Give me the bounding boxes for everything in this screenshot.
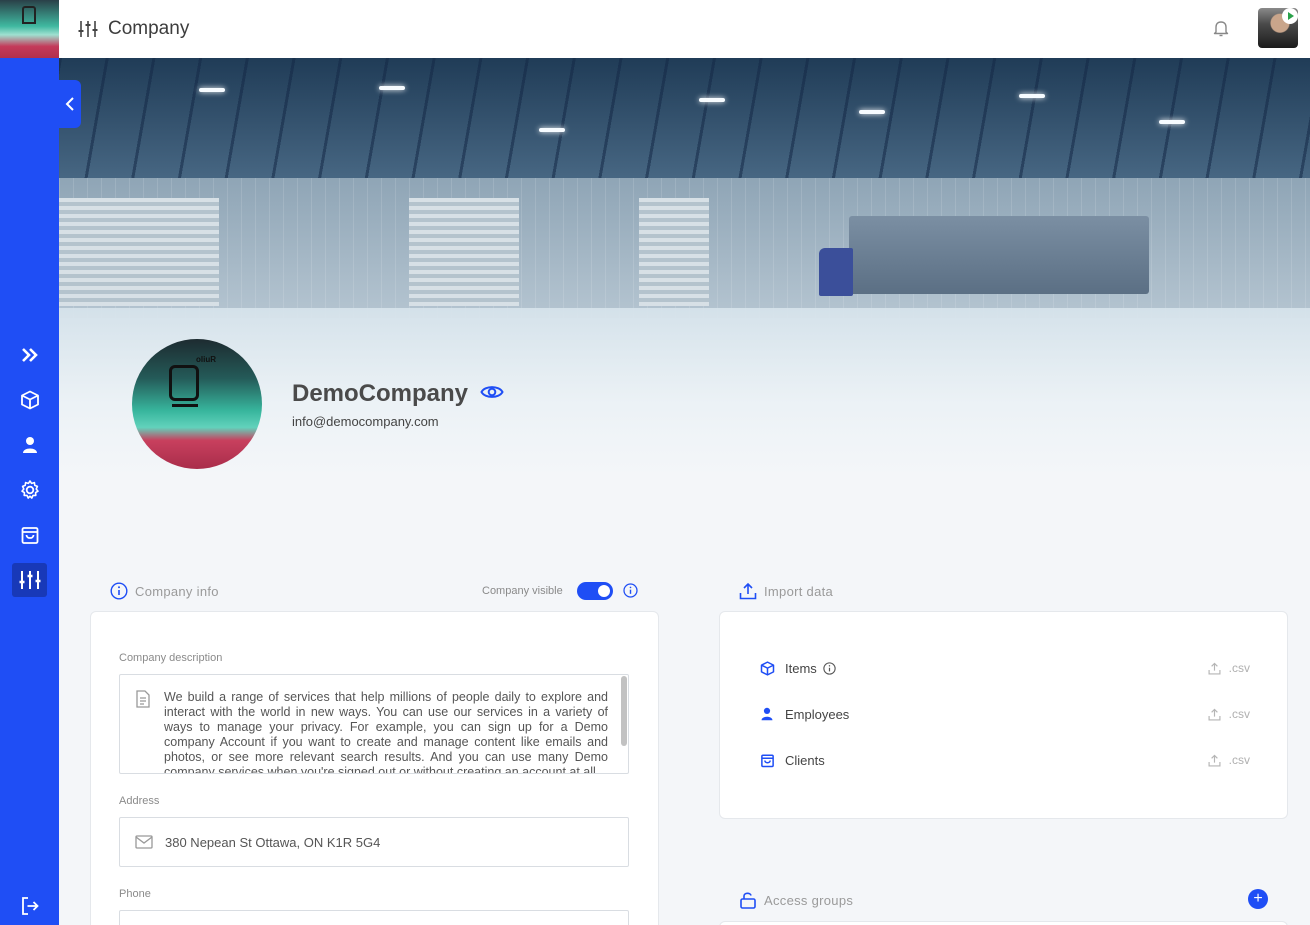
info-icon[interactable]: [823, 661, 836, 675]
upload-icon: [739, 582, 757, 600]
access-groups-header: Access groups: [739, 891, 853, 909]
address-label: Address: [119, 795, 160, 807]
upload-icon: [1208, 662, 1221, 674]
import-clients-label: Clients: [785, 752, 825, 768]
person-icon: [22, 437, 37, 453]
bag-icon: [758, 753, 776, 768]
visibility-button[interactable]: [480, 382, 504, 402]
import-clients-csv-button[interactable]: .csv: [1208, 753, 1250, 767]
import-row-clients: Clients .csv: [758, 748, 1250, 772]
import-employees-csv-button[interactable]: .csv: [1208, 707, 1250, 721]
eye-icon: [480, 386, 504, 398]
address-input[interactable]: 380 Nepean St Ottawa, ON K1R 5G4: [119, 817, 629, 867]
bell-icon: [1213, 21, 1229, 37]
sidebar-item-items[interactable]: [12, 383, 47, 417]
logout-button[interactable]: [12, 889, 47, 923]
sidebar-collapse-toggle[interactable]: [59, 80, 81, 128]
access-groups-title: Access groups: [764, 892, 854, 908]
cube-icon: [758, 660, 776, 676]
import-row-employees: Employees .csv: [758, 702, 1250, 726]
import-row-items: Items .csv: [758, 656, 1250, 680]
textarea-scrollbar[interactable]: [621, 676, 627, 746]
document-icon: [135, 690, 151, 708]
cube-icon: [20, 390, 39, 410]
user-avatar[interactable]: [1258, 8, 1298, 48]
address-value: 380 Nepean St Ottawa, ON K1R 5G4: [165, 834, 381, 850]
company-visible-toggle[interactable]: [577, 582, 613, 600]
upload-icon: [1208, 708, 1221, 720]
company-description-text: We build a range of services that help m…: [164, 690, 608, 774]
company-visible-label: Company visible: [482, 585, 563, 597]
gear-icon: [20, 480, 39, 499]
csv-label: .csv: [1228, 661, 1250, 675]
phone-label: Phone: [119, 888, 151, 900]
access-groups-card: [719, 921, 1288, 925]
sidebar-item-employees[interactable]: [12, 428, 47, 462]
top-header: Company: [59, 0, 1310, 58]
play-icon: [1282, 8, 1298, 24]
upload-icon: [1208, 754, 1221, 766]
mail-icon: [135, 835, 153, 849]
company-info-header: Company info: [110, 582, 219, 600]
import-items-csv-button[interactable]: .csv: [1208, 661, 1250, 675]
add-access-group-button[interactable]: +: [1248, 889, 1268, 909]
unlock-icon: [740, 892, 756, 909]
import-employees-label: Employees: [785, 706, 850, 722]
sidebar-expand-button[interactable]: [12, 338, 47, 372]
phone-input[interactable]: [119, 910, 629, 925]
chevron-left-icon: [65, 97, 74, 111]
csv-label: .csv: [1228, 753, 1250, 767]
import-data-title: Import data: [764, 583, 834, 599]
person-icon: [758, 707, 776, 721]
double-chevron-right-icon: [21, 348, 38, 362]
sidebar-item-settings[interactable]: [12, 473, 47, 507]
company-name: DemoCompany: [292, 380, 469, 407]
bag-icon: [21, 527, 38, 544]
company-info-title: Company info: [135, 583, 219, 599]
sliders-icon: [19, 571, 40, 589]
import-items-label: Items: [785, 660, 817, 676]
sidebar: [0, 0, 59, 925]
company-logo[interactable]: oliuR: [132, 339, 262, 469]
company-logo-text: oliuR: [196, 355, 216, 364]
visibility-info-icon[interactable]: [623, 583, 638, 598]
sliders-icon: [78, 19, 98, 39]
import-data-header: Import data: [739, 582, 833, 600]
csv-label: .csv: [1228, 707, 1250, 721]
company-description-label: Company description: [119, 652, 223, 664]
app-logo[interactable]: [0, 0, 59, 58]
company-email: info@democompany.com: [292, 414, 439, 429]
notifications-button[interactable]: [1213, 19, 1229, 37]
sidebar-item-company[interactable]: [12, 563, 47, 597]
logout-icon: [21, 897, 39, 915]
company-description-textarea[interactable]: We build a range of services that help m…: [119, 674, 629, 774]
page-title: Company: [108, 18, 190, 39]
sidebar-item-clients[interactable]: [12, 518, 47, 552]
info-icon: [110, 582, 128, 600]
